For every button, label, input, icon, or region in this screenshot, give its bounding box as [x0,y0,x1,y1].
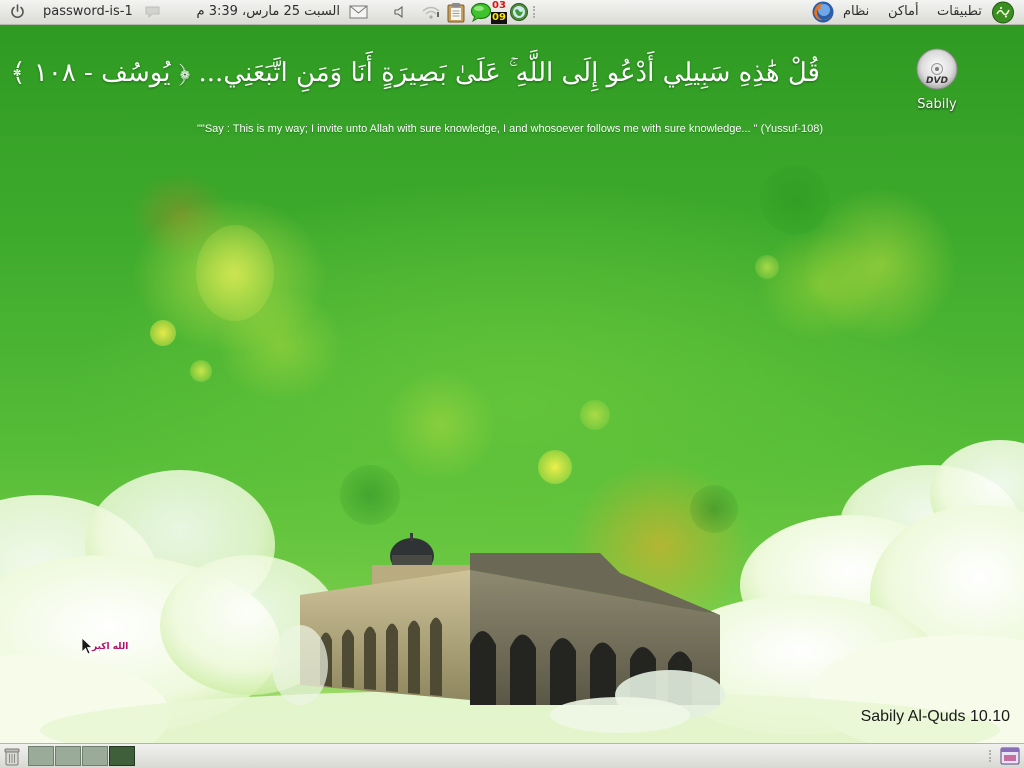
chat-bubble-icon[interactable] [470,2,492,22]
takbir-text: الله اكبر [92,642,129,652]
menu-applications[interactable]: تطبيقات [937,0,982,24]
firefox-icon[interactable] [811,0,835,24]
network-icon[interactable] [421,4,441,20]
mail-icon[interactable] [349,5,368,19]
workspace-4[interactable] [109,746,135,766]
menu-places[interactable]: أماكن [888,0,919,24]
trash-icon[interactable] [3,746,21,768]
counter-bottom: 09 [491,12,507,24]
show-desktop-icon[interactable] [1000,747,1020,768]
top-panel: password-is-1 السبت 25 مارس، 3:39 م 03 0… [0,0,1024,25]
workspace-3[interactable] [82,746,108,766]
wallpaper-scene [0,440,1024,743]
counter-indicator[interactable]: 03 09 [491,0,507,24]
panel-handle [989,750,994,762]
clipboard-icon[interactable] [446,2,466,23]
user-menu[interactable]: password-is-1 [43,0,133,24]
menu-system[interactable]: نظام [843,0,869,24]
version-label: Sabily Al-Quds 10.10 [860,708,1010,725]
bottom-panel [0,743,1024,768]
sabily-logo-icon[interactable] [991,1,1015,24]
chat-status-icon[interactable] [144,5,161,19]
workspace-2[interactable] [55,746,81,766]
clock[interactable]: السبت 25 مارس، 3:39 م [168,0,340,24]
update-globe-icon[interactable] [509,2,529,22]
volume-icon[interactable] [393,5,405,19]
power-icon[interactable] [9,3,26,20]
panel-handle [533,6,538,18]
counter-top: 03 [492,0,506,11]
desktop[interactable]: قُلْ هَٰذِهِ سَبِيلِي أَدْعُو إِلَى اللَ… [0,25,1024,743]
workspace-1[interactable] [28,746,54,766]
